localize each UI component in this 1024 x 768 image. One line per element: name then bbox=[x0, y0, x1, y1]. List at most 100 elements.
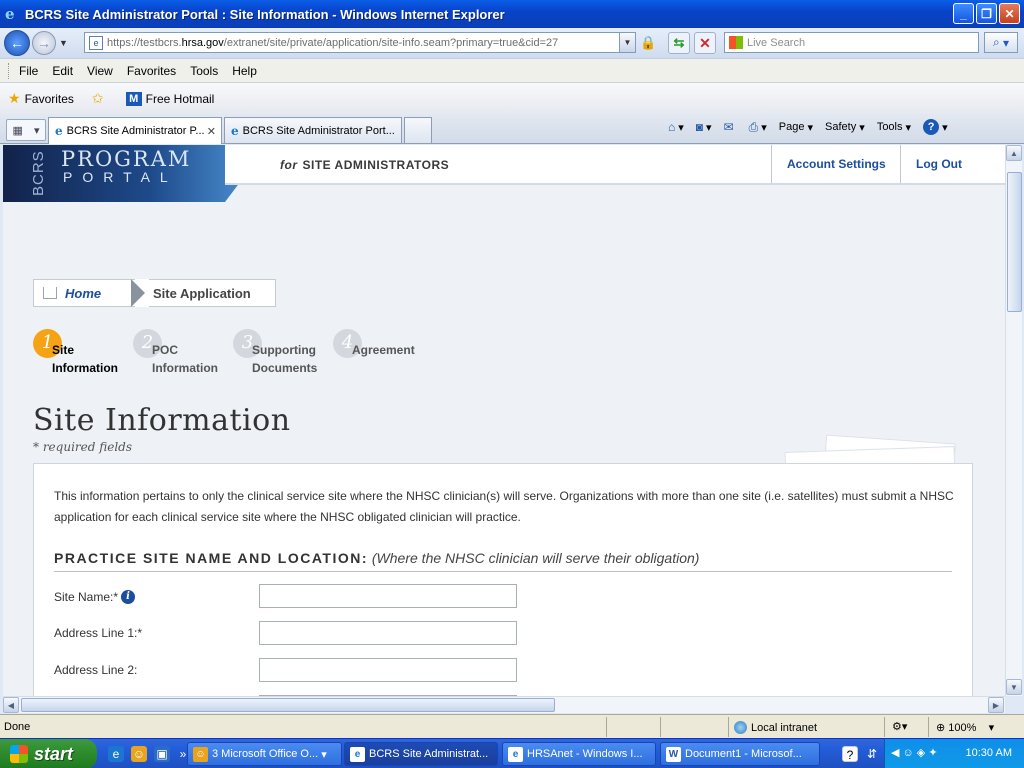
address-toolbar: ← → ▼ e https://testbcrs. hrsa.gov/extran… bbox=[0, 28, 1024, 58]
quicklaunch-ie-icon[interactable]: e bbox=[108, 746, 124, 762]
menu-tools[interactable]: Tools bbox=[190, 64, 218, 78]
tray-icons[interactable]: ◀ ☺ ◈ ✦ bbox=[891, 746, 938, 759]
status-separator bbox=[884, 717, 885, 737]
step-label-line2: Information bbox=[52, 361, 118, 375]
step-label-line1: Agreement bbox=[352, 343, 415, 357]
step-label: Supporting Documents bbox=[252, 341, 317, 377]
safety-menu[interactable]: Safety ▾ bbox=[825, 121, 865, 134]
start-button[interactable]: start bbox=[0, 739, 97, 768]
security-zone[interactable]: Local intranet bbox=[734, 721, 817, 734]
safety-menu-label: Safety bbox=[825, 121, 857, 133]
vertical-scroll-thumb[interactable] bbox=[1007, 172, 1022, 312]
address-line-1-input[interactable] bbox=[259, 621, 517, 645]
menu-edit[interactable]: Edit bbox=[52, 64, 73, 78]
task-microsoft-office[interactable]: ☺ 3 Microsoft Office O... ▾ bbox=[187, 742, 342, 766]
account-settings-link[interactable]: Account Settings bbox=[771, 145, 901, 183]
zoom-value: 100% bbox=[948, 722, 977, 734]
tab-bcrs-1[interactable]: e BCRS Site Administrator P... ✕ bbox=[48, 117, 222, 144]
tray-arrows-icon[interactable]: ⇵ bbox=[864, 746, 880, 762]
command-bar: ⌂ ▾ ◙ ▾ ✉ ⎙ ▾ Page ▾ Safety ▾ Tools ▾ ? ▾ bbox=[668, 117, 960, 137]
home-icon bbox=[43, 287, 57, 299]
favorites-button[interactable]: ★ Favorites bbox=[8, 90, 74, 107]
live-search-icon bbox=[729, 36, 743, 49]
page-menu[interactable]: Page ▾ bbox=[779, 121, 813, 134]
zoom-level[interactable]: ⊕ 100% ▾ bbox=[936, 721, 994, 734]
tab-ie-icon: e bbox=[55, 124, 63, 138]
task-document1-word[interactable]: W Document1 - Microsof... bbox=[660, 742, 820, 766]
protected-mode-icon[interactable]: ⚙▾ bbox=[892, 720, 907, 733]
tools-menu[interactable]: Tools ▾ bbox=[877, 121, 911, 134]
help-tray-icon[interactable]: ? bbox=[842, 746, 858, 762]
address-bar[interactable]: e https://testbcrs. hrsa.gov/extranet/sit… bbox=[84, 32, 636, 53]
tagline-audience: SITE ADMINISTRATORS bbox=[302, 158, 450, 172]
info-icon[interactable]: i bbox=[121, 590, 136, 604]
start-label: start bbox=[34, 743, 74, 764]
help-menu[interactable]: ? ▾ bbox=[923, 119, 948, 135]
free-hotmail-link[interactable]: M Free Hotmail bbox=[125, 91, 214, 106]
status-separator bbox=[928, 717, 929, 737]
menu-file[interactable]: File bbox=[19, 64, 38, 78]
quick-tabs-icon: ▦ bbox=[12, 124, 23, 137]
print-button[interactable]: ⎙ ▾ bbox=[749, 120, 767, 135]
address-line-2-label: Address Line 2: bbox=[54, 663, 138, 677]
menu-favorites[interactable]: Favorites bbox=[127, 64, 176, 78]
site-name-input[interactable] bbox=[259, 584, 517, 608]
program-portal-logo[interactable]: BCRS PROGRAM PORTAL bbox=[3, 145, 247, 202]
ie-icon: e bbox=[508, 747, 523, 762]
vertical-scrollbar[interactable]: ▲ ▼ bbox=[1005, 145, 1022, 696]
recent-pages-dropdown[interactable]: ▼ bbox=[59, 38, 71, 48]
scroll-right-button[interactable]: ▶ bbox=[988, 697, 1004, 713]
search-input[interactable]: Live Search bbox=[724, 32, 979, 53]
refresh-button[interactable]: ⇆ bbox=[668, 32, 690, 54]
lock-icon[interactable]: 🔒 bbox=[640, 35, 656, 51]
search-button[interactable]: ⌕ ▾ bbox=[984, 32, 1018, 53]
printer-icon: ⎙ bbox=[748, 119, 759, 134]
header-bar: for SITE ADMINISTRATORS Account Settings … bbox=[225, 145, 1005, 185]
scroll-down-button[interactable]: ▼ bbox=[1006, 679, 1022, 695]
window-title-bar[interactable]: e BCRS Site Administrator Portal : Site … bbox=[0, 0, 1024, 28]
maximize-button[interactable]: ❐ bbox=[976, 3, 997, 24]
close-window-button[interactable]: ✕ bbox=[999, 3, 1020, 24]
menu-help[interactable]: Help bbox=[232, 64, 257, 78]
url-path: /extranet/site/private/application/site-… bbox=[223, 36, 559, 49]
taskbar: start e ☺ ▣ » ☺ 3 Microsoft Office O... … bbox=[0, 738, 1024, 768]
quick-tabs-button[interactable]: ▦ ▾ bbox=[6, 119, 46, 141]
quicklaunch-outlook-icon[interactable]: ☺ bbox=[131, 746, 147, 762]
section-note: (Where the NHSC clinician will serve the… bbox=[371, 550, 700, 566]
tab-bcrs-2[interactable]: e BCRS Site Administrator Port... bbox=[224, 117, 402, 143]
tools-menu-label: Tools bbox=[876, 121, 903, 133]
add-favorite-button[interactable]: ✩ bbox=[92, 90, 108, 107]
log-out-link[interactable]: Log Out bbox=[900, 145, 1005, 183]
address-dropdown-button[interactable]: ▼ bbox=[619, 33, 635, 52]
new-tab-button[interactable] bbox=[404, 117, 432, 143]
page-title: Site Information bbox=[33, 403, 291, 438]
magnifier-icon: ⌕ bbox=[992, 35, 1000, 49]
tab-label: BCRS Site Administrator P... bbox=[66, 125, 205, 137]
address-line-2-input[interactable] bbox=[259, 658, 517, 682]
close-tab-icon[interactable]: ✕ bbox=[207, 125, 216, 138]
clock[interactable]: 10:30 AM bbox=[966, 747, 1012, 759]
task-bcrs-ie[interactable]: e BCRS Site Administrat... bbox=[344, 742, 498, 766]
tab-list-dropdown[interactable]: ▾ bbox=[34, 124, 40, 137]
quicklaunch-desktop-icon[interactable]: ▣ bbox=[154, 746, 170, 762]
forward-button[interactable]: → bbox=[32, 31, 56, 55]
minimize-button[interactable]: _ bbox=[953, 3, 974, 24]
mail-button[interactable]: ✉ bbox=[724, 120, 737, 134]
task-hrsanet-ie[interactable]: e HRSAnet - Windows I... bbox=[502, 742, 656, 766]
section-title: PRACTICE SITE NAME AND LOCATION: bbox=[54, 550, 368, 566]
back-button[interactable]: ← bbox=[4, 30, 30, 56]
page-viewport: BCRS PROGRAM PORTAL for SITE ADMINISTRATO… bbox=[3, 145, 1005, 696]
scroll-left-button[interactable]: ◀ bbox=[3, 697, 19, 713]
mail-icon: ✉ bbox=[723, 120, 734, 134]
breadcrumb-home-link[interactable]: Home bbox=[65, 286, 135, 301]
feeds-button[interactable]: ◙ ▾ bbox=[696, 120, 712, 134]
task-label: BCRS Site Administrat... bbox=[369, 748, 489, 760]
menu-view[interactable]: View bbox=[87, 64, 113, 78]
scroll-up-button[interactable]: ▲ bbox=[1006, 145, 1022, 161]
step-label-line1: Supporting bbox=[252, 343, 316, 357]
horizontal-scroll-thumb[interactable] bbox=[21, 698, 555, 712]
stop-button[interactable]: ✕ bbox=[694, 32, 716, 54]
home-button[interactable]: ⌂ ▾ bbox=[668, 120, 684, 134]
horizontal-scrollbar[interactable]: ◀ ▶ bbox=[3, 696, 1005, 713]
tagline-for: for bbox=[280, 158, 298, 172]
